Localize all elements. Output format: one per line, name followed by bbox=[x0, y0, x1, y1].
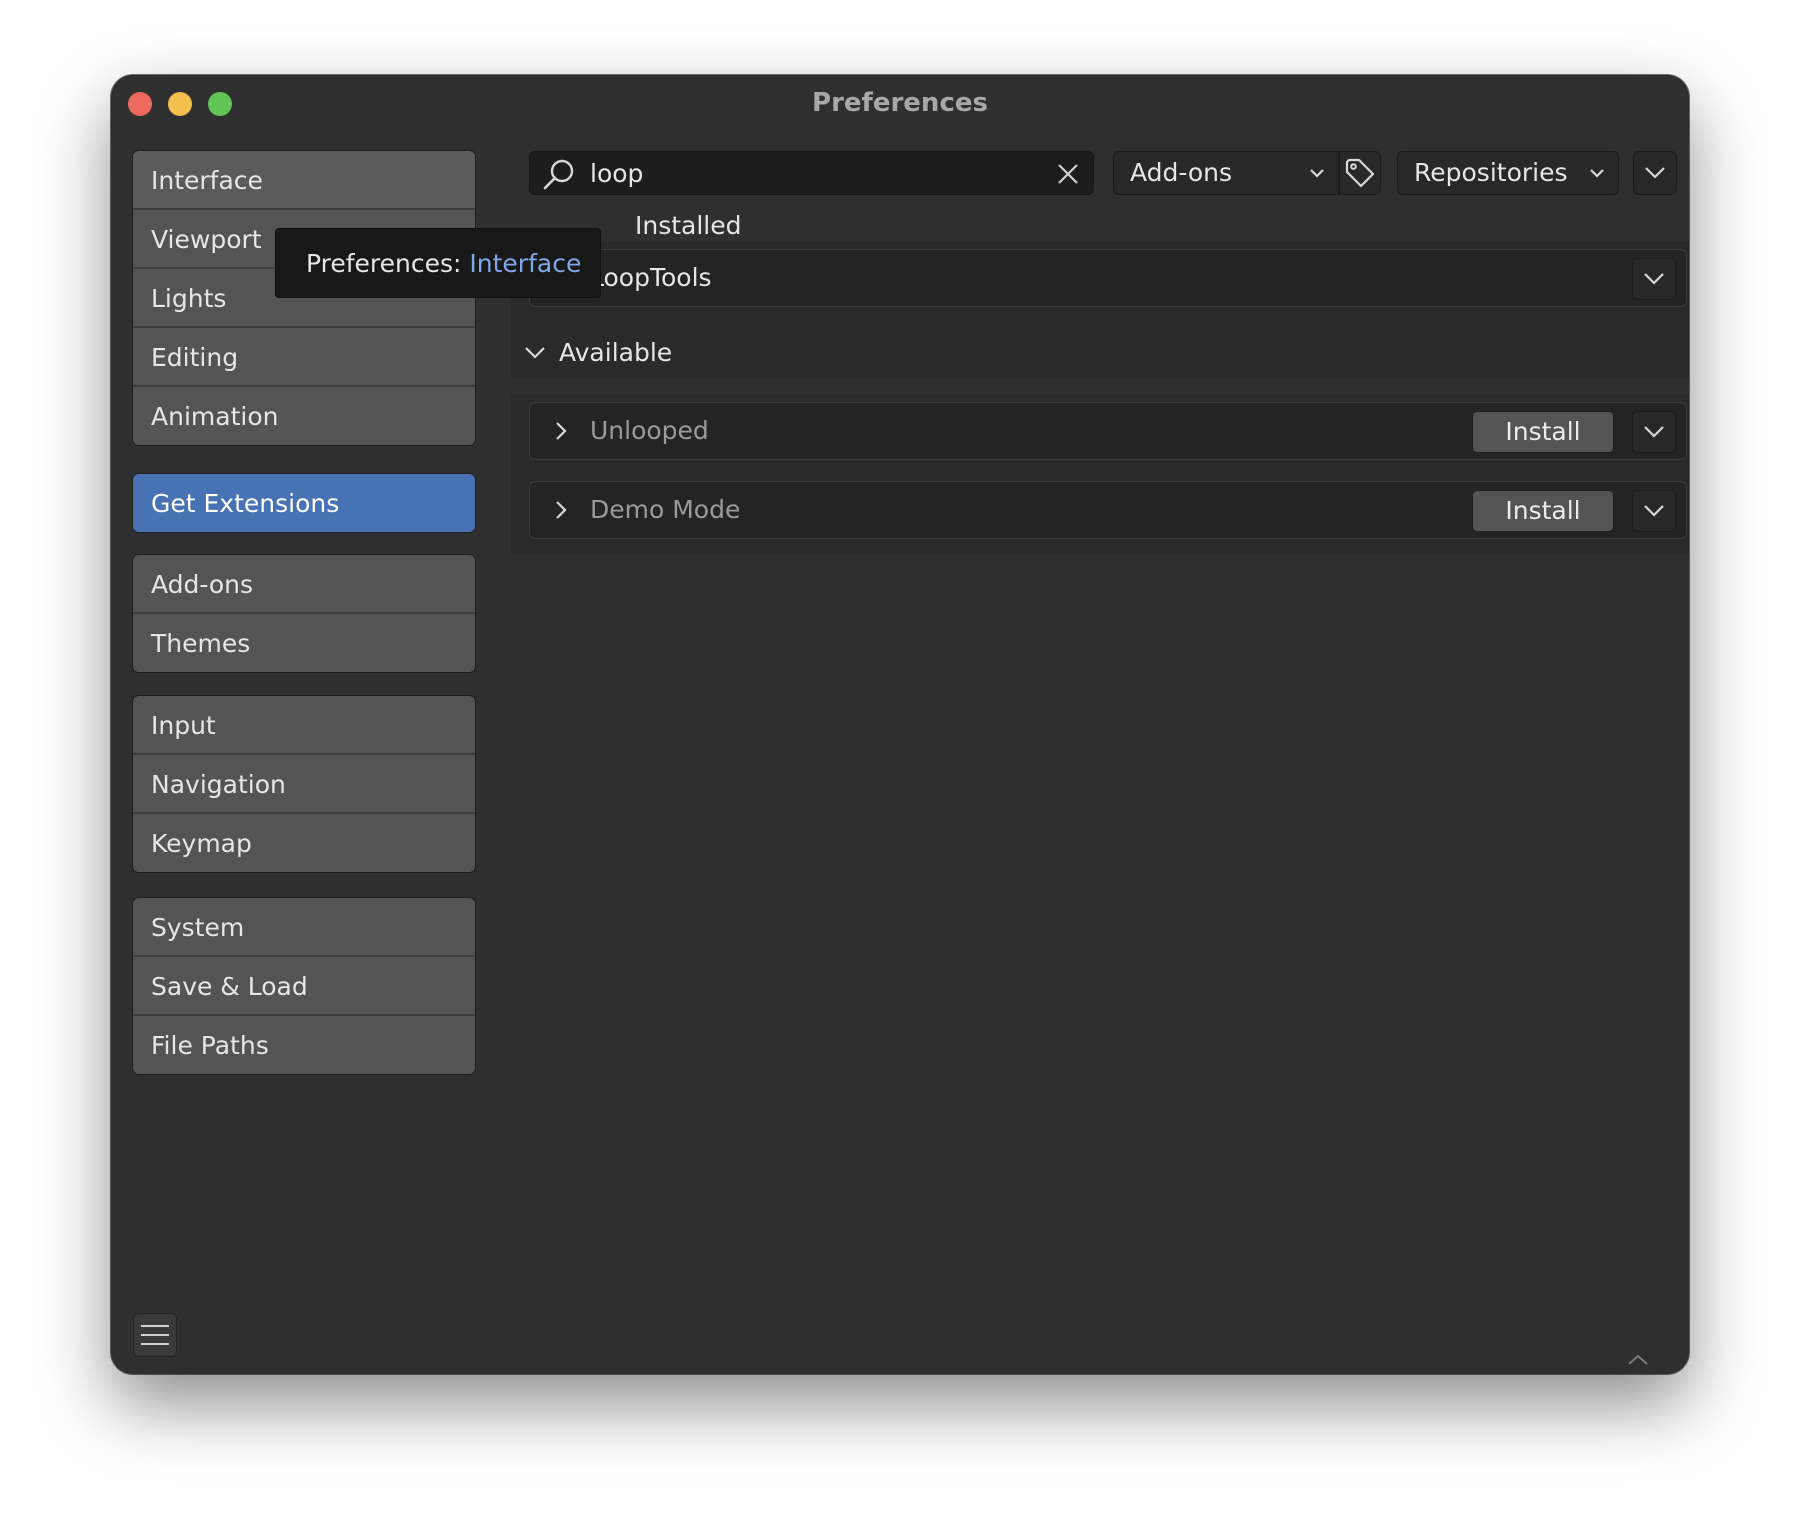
available-label: Available bbox=[559, 338, 673, 367]
chevron-down-icon bbox=[525, 347, 545, 359]
sidebar-group-addons: Add-ons Themes bbox=[133, 555, 475, 672]
available-header-bg bbox=[511, 327, 1689, 379]
tags-filter-button[interactable] bbox=[1339, 151, 1381, 195]
sidebar-item-save-load[interactable]: Save & Load bbox=[133, 957, 475, 1016]
extension-row[interactable]: Demo Mode Install bbox=[529, 481, 1687, 539]
sidebar-group-system: System Save & Load File Paths bbox=[133, 898, 475, 1074]
main-content: loop Add-ons Repositories Installed Loop… bbox=[495, 75, 1689, 1374]
chevron-right-icon[interactable] bbox=[550, 420, 572, 442]
chevron-down-icon bbox=[1644, 426, 1664, 438]
install-button[interactable]: Install bbox=[1472, 490, 1614, 532]
sidebar-item-keymap[interactable]: Keymap bbox=[133, 814, 475, 872]
tooltip: Preferences: Interface bbox=[275, 228, 601, 298]
more-options-dropdown[interactable] bbox=[1633, 151, 1677, 195]
hamburger-menu-button[interactable] bbox=[133, 1313, 177, 1357]
chevron-down-icon bbox=[1310, 169, 1324, 178]
extension-menu-button[interactable] bbox=[1632, 258, 1676, 300]
extension-name: LoopTools bbox=[590, 263, 712, 292]
sidebar-item-input[interactable]: Input bbox=[133, 696, 475, 755]
extension-name: Demo Mode bbox=[590, 495, 741, 524]
sidebar-item-editing[interactable]: Editing bbox=[133, 328, 475, 387]
type-filter-dropdown[interactable]: Add-ons bbox=[1113, 151, 1339, 195]
chevron-down-icon bbox=[1590, 169, 1604, 178]
sidebar-group-extensions: Get Extensions bbox=[133, 474, 475, 532]
extension-menu-button[interactable] bbox=[1632, 490, 1676, 532]
install-button[interactable]: Install bbox=[1472, 411, 1614, 453]
sidebar-item-file-paths[interactable]: File Paths bbox=[133, 1016, 475, 1074]
type-filter-value: Add-ons bbox=[1130, 158, 1233, 187]
hamburger-icon bbox=[141, 1325, 169, 1345]
sidebar-item-themes[interactable]: Themes bbox=[133, 614, 475, 672]
sidebar-item-animation[interactable]: Animation bbox=[133, 387, 475, 445]
extension-row[interactable]: Unlooped Install bbox=[529, 402, 1687, 460]
search-icon bbox=[543, 159, 574, 190]
extension-name: Unlooped bbox=[590, 416, 709, 445]
repositories-dropdown[interactable]: Repositories bbox=[1397, 151, 1619, 195]
installed-label: Installed bbox=[635, 211, 742, 240]
tooltip-prefix: Preferences: bbox=[306, 249, 470, 278]
repositories-value: Repositories bbox=[1414, 158, 1568, 187]
scroll-up-icon[interactable] bbox=[1625, 1350, 1651, 1370]
sidebar-item-navigation[interactable]: Navigation bbox=[133, 755, 475, 814]
extension-menu-button[interactable] bbox=[1632, 411, 1676, 453]
chevron-down-icon bbox=[1645, 167, 1665, 179]
sidebar-group-input: Input Navigation Keymap bbox=[133, 696, 475, 872]
preferences-window: Preferences Interface Viewport Lights Ed… bbox=[111, 75, 1689, 1374]
search-field[interactable]: loop bbox=[529, 151, 1094, 195]
chevron-down-icon bbox=[1644, 273, 1664, 285]
chevron-right-icon[interactable] bbox=[550, 499, 572, 521]
sidebar-item-addons[interactable]: Add-ons bbox=[133, 555, 475, 614]
extension-row[interactable]: LoopTools bbox=[529, 249, 1687, 307]
tag-icon bbox=[1345, 158, 1375, 188]
clear-search-icon[interactable] bbox=[1055, 161, 1081, 187]
sidebar-item-get-extensions[interactable]: Get Extensions bbox=[133, 474, 475, 532]
tooltip-highlight: Interface bbox=[469, 249, 582, 278]
chevron-down-icon bbox=[1644, 505, 1664, 517]
sidebar-item-system[interactable]: System bbox=[133, 898, 475, 957]
sidebar-item-interface[interactable]: Interface bbox=[133, 151, 475, 210]
search-input[interactable]: loop bbox=[590, 152, 643, 196]
